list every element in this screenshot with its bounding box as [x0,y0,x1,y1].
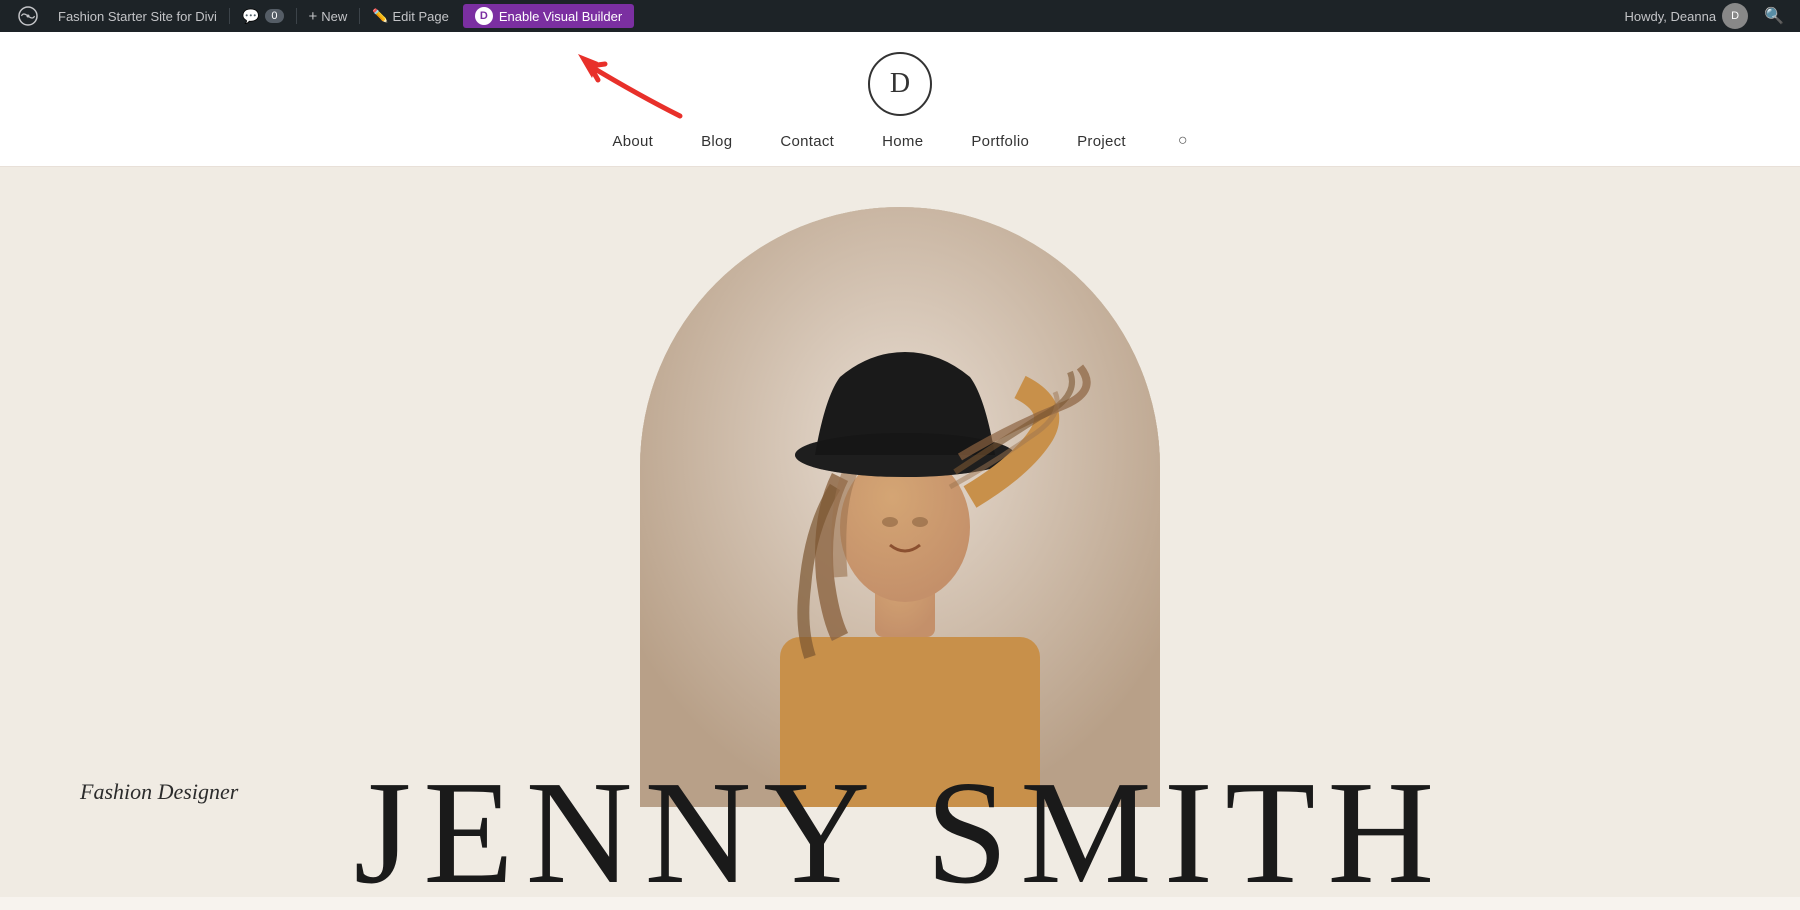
user-greeting[interactable]: Howdy, Deanna D [1625,3,1749,29]
enable-visual-builder-label: Enable Visual Builder [499,9,622,24]
new-label: New [321,9,347,24]
hero-image-container [640,207,1160,807]
nav-contact[interactable]: Contact [780,133,834,150]
divi-circle-icon: D [475,7,493,25]
admin-search-icon[interactable]: 🔍 [1756,6,1792,26]
admin-bar-right: Howdy, Deanna D 🔍 [1625,3,1792,29]
edit-page-item[interactable]: ✏️ Edit Page [362,0,459,32]
hero-name-container: JENNY SMITH [0,759,1800,897]
hero-section: Fashion Designer JENNY SMITH [0,167,1800,897]
nav-blog[interactable]: Blog [701,133,732,150]
admin-separator-3 [359,8,360,24]
divi-letter: D [480,10,488,22]
new-item[interactable]: + New [299,0,358,32]
admin-separator-1 [229,8,230,24]
site-name-item[interactable]: Fashion Starter Site for Divi [48,0,227,32]
user-avatar: D [1722,3,1748,29]
comments-item[interactable]: 💬 0 [232,0,294,32]
logo-letter: D [890,68,910,100]
site-navigation: About Blog Contact Home Portfolio Projec… [612,132,1187,150]
nav-project[interactable]: Project [1077,133,1126,150]
hero-image [640,207,1160,807]
admin-bar: Fashion Starter Site for Divi 💬 0 + New … [0,0,1800,32]
nav-portfolio[interactable]: Portfolio [971,133,1029,150]
nav-search-icon[interactable]: ○ [1178,132,1188,150]
enable-visual-builder-button[interactable]: D Enable Visual Builder [463,4,634,28]
site-header: D About Blog Contact Home Portfolio Proj… [0,32,1800,166]
pencil-icon: ✏️ [372,8,388,24]
wordpress-logo-item[interactable] [8,0,48,32]
plus-icon: + [309,8,318,25]
edit-page-label: Edit Page [392,9,448,24]
admin-separator-2 [296,8,297,24]
nav-home[interactable]: Home [882,133,923,150]
wordpress-icon [18,6,38,26]
nav-about[interactable]: About [612,133,653,150]
hero-name: JENNY SMITH [0,759,1800,897]
site-logo[interactable]: D [868,52,932,116]
person-illustration [640,207,1160,807]
site-name-text: Fashion Starter Site for Divi [58,9,217,24]
comment-count: 0 [265,9,283,23]
howdy-text: Howdy, Deanna [1625,9,1717,24]
comment-icon: 💬 [242,8,259,25]
